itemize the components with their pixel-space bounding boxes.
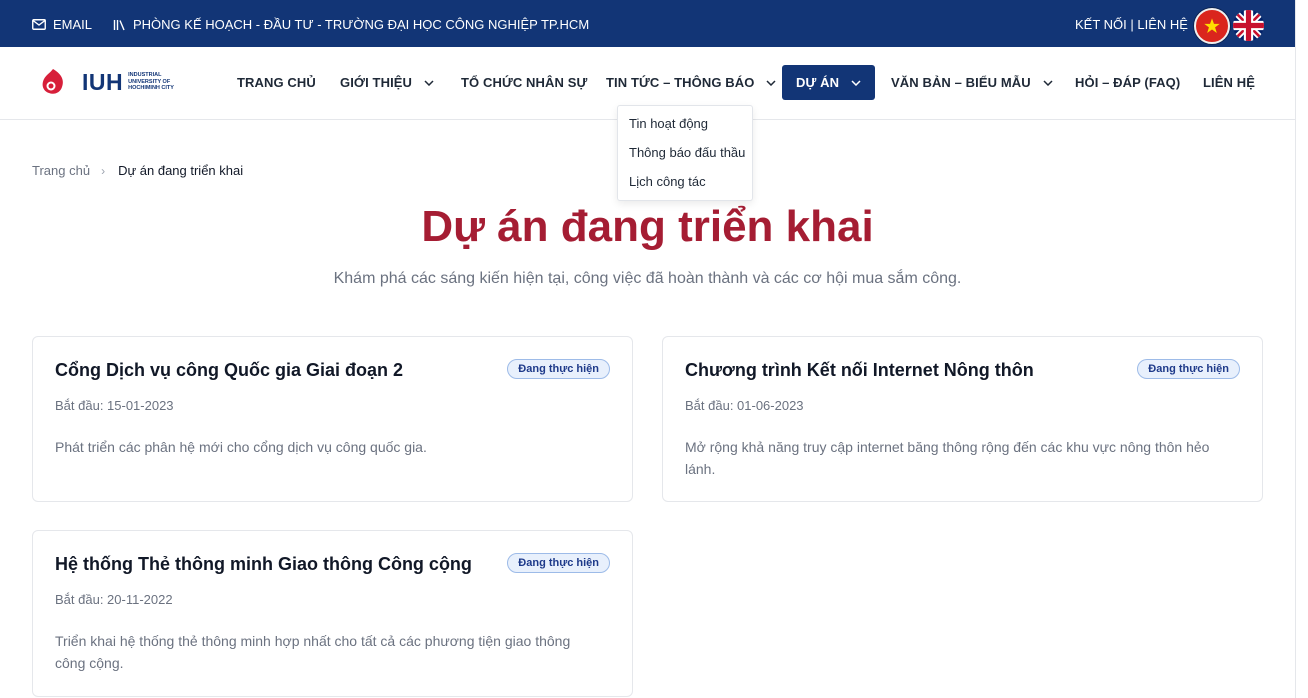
project-title[interactable]: Hệ thống Thẻ thông minh Giao thông Công …: [55, 554, 472, 575]
project-title[interactable]: Chương trình Kết nối Internet Nông thôn: [685, 360, 1034, 381]
office-link[interactable]: PHÒNG KẾ HOẠCH - ĐẦU TƯ - TRƯỜNG ĐẠI HỌC…: [113, 17, 589, 32]
vietnamese-flag-icon[interactable]: [1194, 8, 1230, 44]
nav-about[interactable]: GIỚI THIỆU: [340, 65, 434, 100]
project-description: Triển khai hệ thống thẻ thông minh hợp n…: [55, 633, 571, 671]
iuh-logo[interactable]: IUH INDUSTRIAL UNIVERSITY OF HOCHIMINH C…: [40, 67, 190, 97]
page: EMAIL PHÒNG KẾ HOẠCH - ĐẦU TƯ - TRƯỜNG Đ…: [0, 0, 1295, 698]
breadcrumb-home-link[interactable]: Trang chủ: [32, 163, 90, 178]
project-card[interactable]: Chương trình Kết nối Internet Nông thôn …: [662, 336, 1263, 502]
page-title: Dự án đang triển khai: [421, 202, 874, 251]
dropdown-item-activity-news[interactable]: Tin hoạt động: [618, 114, 752, 143]
news-dropdown-menu: Tin hoạt động Thông báo đấu thầu Lịch cô…: [617, 105, 753, 201]
nav-documents[interactable]: VĂN BẢN – BIỂU MẪU: [891, 65, 1053, 100]
nav-news[interactable]: TIN TỨC – THÔNG BÁO: [606, 65, 776, 100]
project-description: Mở rộng khả năng truy cập internet băng …: [685, 439, 1210, 477]
project-start-date: Bắt đầu: 01-06-2023: [685, 398, 804, 413]
status-badge: Đang thực hiện: [507, 359, 610, 379]
nav-faq[interactable]: HỎI – ĐÁP (FAQ): [1075, 65, 1180, 100]
office-label: PHÒNG KẾ HOẠCH - ĐẦU TƯ - TRƯỜNG ĐẠI HỌC…: [133, 17, 590, 32]
dropdown-item-work-schedule[interactable]: Lịch công tác: [618, 172, 752, 201]
flame-logo-icon: [42, 69, 63, 94]
nav-label: VĂN BẢN – BIỂU MẪU: [891, 75, 1031, 90]
email-label: EMAIL: [53, 17, 93, 32]
window-edge: [1295, 0, 1308, 698]
project-card[interactable]: Hệ thống Thẻ thông minh Giao thông Công …: [32, 530, 633, 697]
project-title[interactable]: Cổng Dịch vụ công Quốc gia Giai đoạn 2: [55, 360, 403, 381]
english-flag-icon[interactable]: [1233, 10, 1264, 41]
nav-home[interactable]: TRANG CHỦ: [237, 65, 316, 100]
chevron-down-icon: [1043, 79, 1053, 86]
library-icon: [113, 19, 125, 30]
logo-text: IUH: [82, 68, 124, 95]
project-card[interactable]: Cổng Dịch vụ công Quốc gia Giai đoạn 2 Đ…: [32, 336, 633, 502]
mail-icon: [32, 19, 46, 30]
project-description: Phát triển các phân hệ mới cho cổng dịch…: [55, 439, 427, 455]
top-bar: EMAIL PHÒNG KẾ HOẠCH - ĐẦU TƯ - TRƯỜNG Đ…: [0, 0, 1295, 47]
chevron-down-icon: [851, 79, 861, 86]
logo-subtitle: INDUSTRIAL UNIVERSITY OF HOCHIMINH CITY: [128, 72, 174, 92]
nav-label: TRANG CHỦ: [237, 75, 316, 90]
page-subtitle: Khám phá các sáng kiến hiện tại, công vi…: [333, 270, 962, 287]
project-start-date: Bắt đầu: 15-01-2023: [55, 398, 174, 413]
nav-label: TỔ CHỨC NHÂN SỰ: [461, 75, 588, 90]
nav-label: GIỚI THIỆU: [340, 75, 413, 90]
email-link[interactable]: EMAIL: [32, 17, 92, 32]
connect-link[interactable]: KẾT NỐI | LIÊN HỆ: [1075, 17, 1188, 32]
nav-label: LIÊN HỆ: [1203, 75, 1255, 90]
chevron-down-icon: [424, 79, 434, 86]
status-badge: Đang thực hiện: [507, 553, 610, 573]
breadcrumb: Trang chủ › Dự án đang triển khai: [32, 163, 243, 178]
status-badge: Đang thực hiện: [1137, 359, 1240, 379]
nav-label: TIN TỨC – THÔNG BÁO: [606, 75, 755, 90]
nav-label: DỰ ÁN: [796, 75, 840, 90]
chevron-down-icon: [766, 79, 776, 86]
project-start-date: Bắt đầu: 20-11-2022: [55, 592, 173, 607]
breadcrumb-separator-icon: ›: [101, 163, 106, 178]
nav-projects[interactable]: DỰ ÁN: [782, 65, 876, 100]
nav-organization[interactable]: TỔ CHỨC NHÂN SỰ: [461, 65, 587, 100]
dropdown-item-bidding-notice[interactable]: Thông báo đấu thầu: [618, 143, 752, 172]
nav-label: HỎI – ĐÁP (FAQ): [1075, 75, 1181, 90]
star-icon: [1204, 18, 1220, 34]
nav-contact[interactable]: LIÊN HỆ: [1203, 65, 1255, 100]
breadcrumb-current: Dự án đang triển khai: [118, 163, 244, 178]
